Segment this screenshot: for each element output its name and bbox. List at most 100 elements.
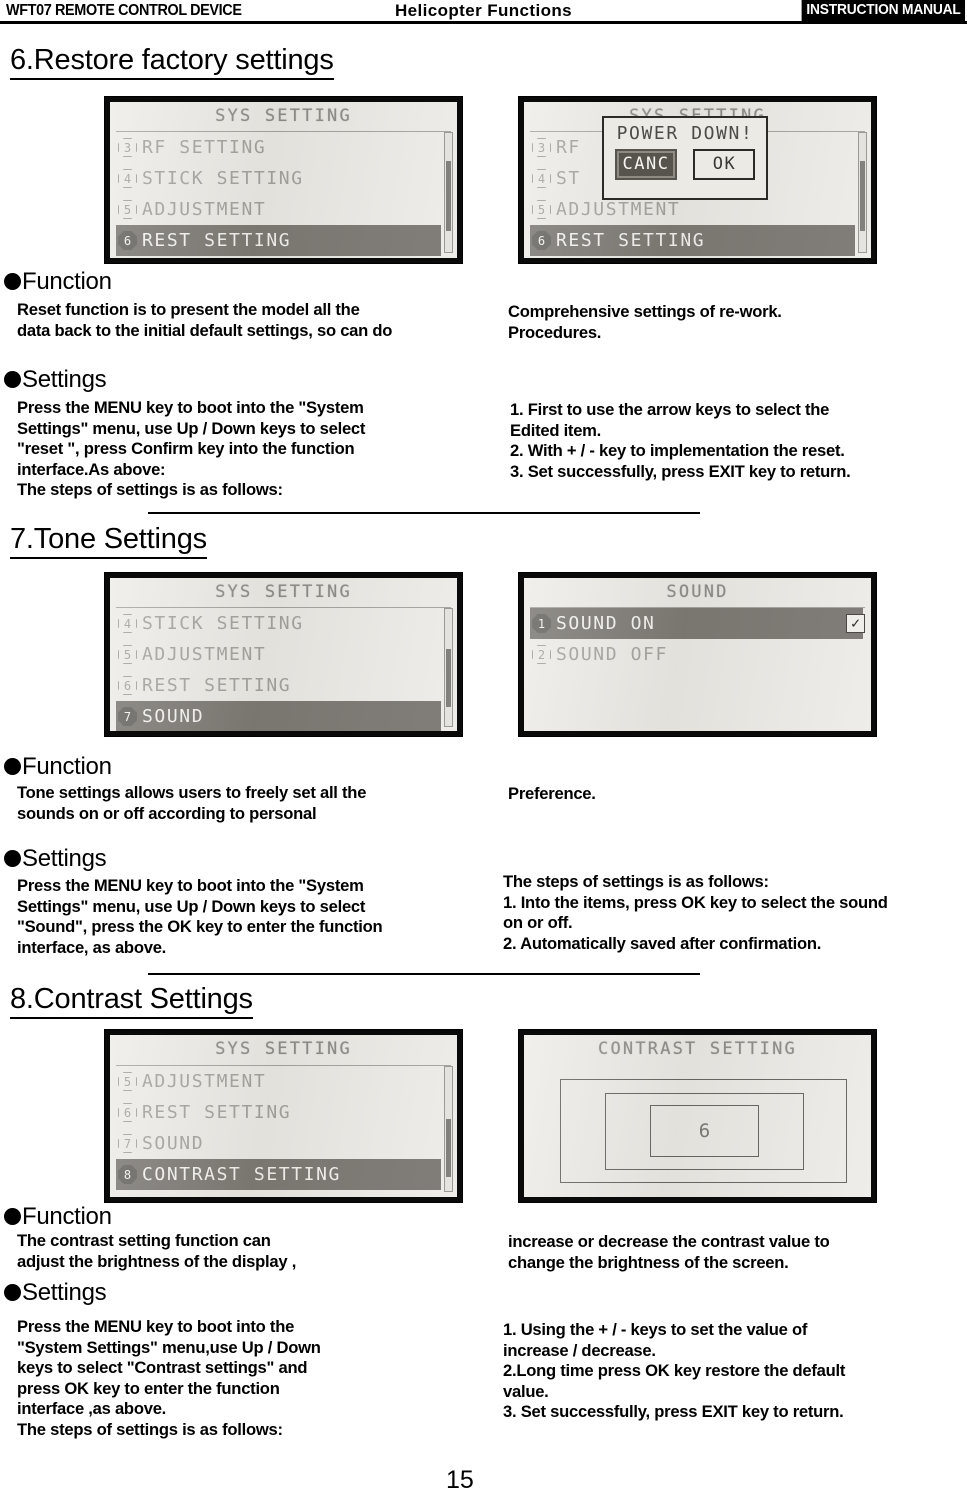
lcd-screen-power-down-dialog: SYS SETTING 3 RF 4 ST 5 ADJUSTMENT 6 RES…: [519, 97, 876, 263]
lcd-item-label: REST SETTING: [142, 230, 292, 251]
section-8-title: Contrast Settings: [33, 983, 253, 1015]
lcd-scrollbar[interactable]: [858, 132, 867, 253]
lcd-item-number: 5: [532, 200, 551, 219]
lcd-item-label: RF: [556, 137, 581, 158]
lcd-scrollbar-thumb[interactable]: [446, 161, 451, 231]
lcd-item-number: 3: [118, 138, 137, 157]
lcd-item-label: RF SETTING: [142, 137, 267, 158]
section-divider-8: [148, 973, 700, 975]
lcd-scrollbar[interactable]: [444, 1066, 453, 1192]
settings-label-7: Settings: [4, 845, 107, 873]
lcd-menu-item[interactable]: 5 ADJUSTMENT: [116, 639, 441, 670]
page-header: WFT07 REMOTE CONTROL DEVICE Helicopter F…: [0, 0, 967, 24]
lcd-scrollbar[interactable]: [444, 608, 453, 727]
lcd-menu-list: 4 STICK SETTING 5 ADJUSTMENT 6 REST SETT…: [116, 608, 441, 731]
function-text-right-6: Comprehensive settings of re-work. Proce…: [508, 302, 782, 342]
lcd-menu-item[interactable]: 3 RF SETTING: [116, 132, 441, 163]
lcd-menu-item[interactable]: 4 STICK SETTING: [116, 163, 441, 194]
bullet-dot-icon: [4, 850, 21, 867]
settings-label-text: Settings: [22, 366, 107, 393]
lcd-title: SYS SETTING: [215, 106, 352, 126]
lcd-scrollbar-thumb[interactable]: [446, 649, 451, 707]
settings-text-left-6: Press the MENU key to boot into the "Sys…: [17, 398, 366, 499]
lcd-item-label: ADJUSTMENT: [142, 1071, 267, 1092]
page-number: 15: [446, 1466, 474, 1494]
instruction-manual-badge: INSTRUCTION MANUAL: [801, 0, 965, 21]
sound-on-checkbox[interactable]: ✓: [846, 614, 865, 633]
lcd-screen-sys-setting-8: SYS SETTING 5 ADJUSTMENT 6 REST SETTING …: [105, 1030, 462, 1202]
lcd-screen-sys-setting-7: SYS SETTING 4 STICK SETTING 5 ADJUSTMENT…: [105, 573, 462, 736]
lcd-scrollbar-thumb[interactable]: [860, 161, 865, 231]
lcd-scrollbar-thumb[interactable]: [446, 1119, 451, 1177]
lcd-menu-item[interactable]: 6 REST SETTING: [116, 670, 441, 701]
function-label-text: Function: [22, 753, 112, 780]
lcd-item-number: 5: [118, 1072, 137, 1091]
lcd-menu-item[interactable]: 5 ADJUSTMENT: [116, 1066, 441, 1097]
lcd-inner: SYS SETTING 4 STICK SETTING 5 ADJUSTMENT…: [110, 578, 457, 731]
lcd-item-label: SOUND OFF: [556, 644, 668, 665]
lcd-screen-sound: SOUND 1 SOUND ON 2 SOUND OFF ✓: [519, 573, 876, 736]
lcd-title: CONTRAST SETTING: [598, 1039, 797, 1059]
bullet-dot-icon: [4, 1208, 21, 1225]
function-text-right-8: increase or decrease the contrast value …: [508, 1232, 830, 1272]
function-label-6: Function: [4, 268, 112, 296]
lcd-item-number: 6: [118, 676, 137, 695]
lcd-menu-item[interactable]: 4 STICK SETTING: [116, 608, 441, 639]
section-7-heading: 7.Tone Settings: [10, 523, 207, 559]
lcd-menu-item[interactable]: 2 SOUND OFF: [530, 639, 863, 670]
lcd-menu-item-selected[interactable]: 1 SOUND ON: [530, 608, 863, 639]
lcd-menu-item[interactable]: 6 REST SETTING: [116, 1097, 441, 1128]
bullet-dot-icon: [4, 758, 21, 775]
lcd-item-number: 5: [118, 200, 137, 219]
section-8-heading: 8.Contrast Settings: [10, 983, 253, 1019]
section-6-title: Restore factory settings: [33, 44, 334, 76]
settings-label-text: Settings: [22, 1279, 107, 1306]
cancel-button[interactable]: CANC: [614, 149, 678, 180]
lcd-inner: SYS SETTING 3 RF SETTING 4 STICK SETTING…: [110, 102, 457, 258]
lcd-title: SYS SETTING: [215, 1039, 352, 1059]
function-text-left-7: Tone settings allows users to freely set…: [17, 783, 367, 823]
lcd-menu-item-selected[interactable]: 6 REST SETTING: [530, 225, 855, 256]
lcd-menu-list: 3 RF SETTING 4 STICK SETTING 5 ADJUSTMEN…: [116, 132, 441, 256]
lcd-inner: SYS SETTING 5 ADJUSTMENT 6 REST SETTING …: [110, 1035, 457, 1197]
lcd-item-label: ADJUSTMENT: [142, 199, 267, 220]
bullet-dot-icon: [4, 273, 21, 290]
lcd-menu-item-selected[interactable]: 7 SOUND: [116, 701, 441, 731]
lcd-item-number: 6: [532, 231, 551, 250]
section-6-number: 6.: [10, 44, 34, 76]
lcd-menu-list: 1 SOUND ON 2 SOUND OFF: [530, 608, 863, 670]
lcd-item-number: 6: [118, 1103, 137, 1122]
lcd-menu-item-selected[interactable]: 6 REST SETTING: [116, 225, 441, 256]
lcd-menu-item[interactable]: 5 ADJUSTMENT: [116, 194, 441, 225]
lcd-menu-item[interactable]: 7 SOUND: [116, 1128, 441, 1159]
settings-text-left-7: Press the MENU key to boot into the "Sys…: [17, 876, 383, 957]
power-down-dialog-title: POWER DOWN!: [616, 123, 754, 144]
lcd-title: SOUND: [666, 582, 729, 602]
lcd-item-label: STICK SETTING: [142, 168, 304, 189]
lcd-inner: SOUND 1 SOUND ON 2 SOUND OFF ✓: [524, 578, 871, 731]
lcd-item-label: REST SETTING: [142, 1102, 292, 1123]
lcd-item-label: SOUND: [142, 706, 205, 727]
function-label-text: Function: [22, 268, 112, 295]
ok-button[interactable]: OK: [693, 149, 756, 180]
power-down-dialog: POWER DOWN! CANC OK: [602, 116, 768, 200]
settings-label-text: Settings: [22, 845, 107, 872]
settings-text-left-8: Press the MENU key to boot into the "Sys…: [17, 1317, 321, 1439]
function-label-text: Function: [22, 1203, 112, 1230]
section-7-title: Tone Settings: [33, 523, 207, 555]
function-label-8: Function: [4, 1203, 112, 1231]
lcd-menu-item-selected[interactable]: 8 CONTRAST SETTING: [116, 1159, 441, 1190]
lcd-inner: SYS SETTING 3 RF 4 ST 5 ADJUSTMENT 6 RES…: [524, 102, 871, 258]
lcd-item-number: 3: [532, 138, 551, 157]
lcd-item-number: 6: [118, 231, 137, 250]
lcd-item-label: ADJUSTMENT: [142, 644, 267, 665]
lcd-scrollbar[interactable]: [444, 132, 453, 253]
lcd-item-label: ADJUSTMENT: [556, 199, 681, 220]
settings-text-right-6: 1. First to use the arrow keys to select…: [510, 400, 851, 481]
lcd-item-number: 1: [532, 614, 551, 633]
lcd-screen-contrast-setting: CONTRAST SETTING 6: [519, 1030, 876, 1202]
lcd-item-number: 5: [118, 645, 137, 664]
lcd-item-number: 4: [118, 169, 137, 188]
settings-text-right-7: The steps of settings is as follows: 1. …: [503, 872, 888, 953]
function-text-left-6: Reset function is to present the model a…: [17, 300, 393, 340]
